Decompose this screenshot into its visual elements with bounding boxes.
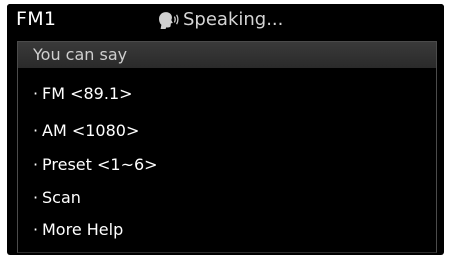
command-item-preset[interactable]: · Preset <1~6> xyxy=(33,153,158,177)
command-label: Preset <1~6> xyxy=(42,155,158,174)
you-can-say-panel: You can say · FM <89.1> · AM <1080> · Prese… xyxy=(17,41,437,253)
command-item-scan[interactable]: · Scan xyxy=(33,186,81,210)
command-label: AM <1080> xyxy=(42,121,140,140)
status-header: FM1 Speaking... xyxy=(7,4,444,34)
bullet: · xyxy=(33,84,39,103)
panel-heading: You can say xyxy=(33,45,128,64)
command-label: FM <89.1> xyxy=(42,84,133,103)
bullet: · xyxy=(33,155,39,174)
bullet: · xyxy=(33,121,39,140)
voice-recognition-screen: FM1 Speaking... You can say · FM <89.1> ·… xyxy=(7,4,444,255)
bullet: · xyxy=(33,220,39,239)
speaking-head-icon xyxy=(159,12,179,29)
command-label: Scan xyxy=(42,188,81,207)
command-item-more-help[interactable]: · More Help xyxy=(33,218,123,242)
panel-heading-bar: You can say xyxy=(18,42,436,68)
command-label: More Help xyxy=(42,220,124,239)
radio-band-title: FM1 xyxy=(16,8,57,30)
bullet: · xyxy=(33,188,39,207)
command-item-am[interactable]: · AM <1080> xyxy=(33,119,139,143)
command-item-fm[interactable]: · FM <89.1> xyxy=(33,82,133,106)
speaking-status-label: Speaking... xyxy=(183,9,284,30)
